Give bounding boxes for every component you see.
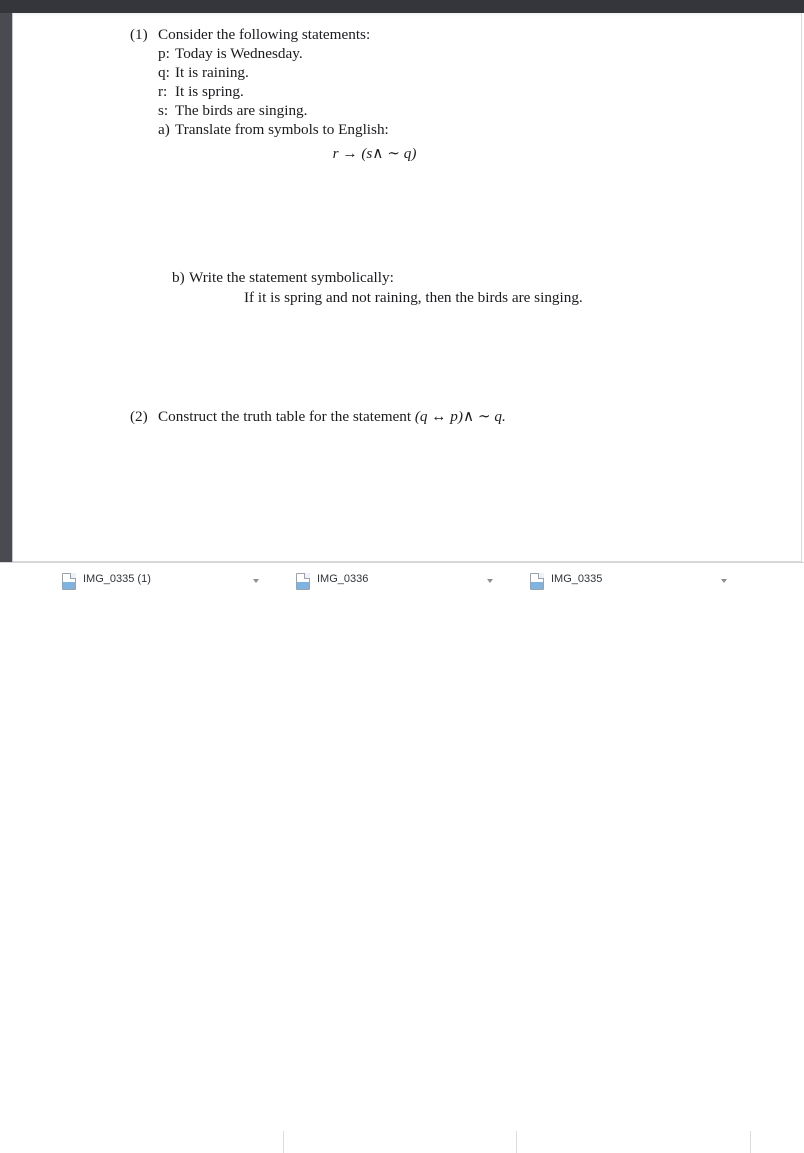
download-item-separator [516,1131,517,1153]
image-file-icon [530,573,544,590]
part-b-sentence: If it is spring and not raining, then th… [244,289,583,306]
document-content: (1) Consider the following statements: p:… [13,13,801,561]
statement-text-q: It is raining. [175,64,249,81]
statement-symbol-q: q: [158,64,170,81]
statement-symbol-s: s: [158,102,169,119]
download-item-name: IMG_0336 [317,573,369,585]
problem-1-part-a-prompt: a) Translate from symbols to English: [158,120,389,139]
part-a-label: a) [158,121,170,138]
image-file-icon [62,573,76,590]
download-item-name: IMG_0335 [551,573,603,585]
problem-1-prompt: (1) Consider the following statements: [130,25,370,44]
statement-text-s: The birds are singing. [175,102,308,119]
statement-text-p: Today is Wednesday. [175,45,303,62]
part-b-label: b) [172,269,185,286]
download-item-menu-caret-icon[interactable] [721,579,727,583]
browser-window: (1) Consider the following statements: p:… [0,0,804,1153]
problem-2-prompt-text: Construct the truth table for the statem… [158,408,412,425]
statement-definition-p: p: Today is Wednesday. [158,44,303,63]
part-b-prompt-text: Write the statement symbolically: [189,269,394,286]
download-item-separator [283,1131,284,1153]
download-item-menu-caret-icon[interactable] [253,579,259,583]
part-a-prompt-text: Translate from symbols to English: [175,121,389,138]
statement-symbol-r: r: [158,83,168,100]
problem-2-prompt: (2) Construct the truth table for the sta… [130,407,506,426]
problem-2-formula: (q ↔ p)∧ ∼ q. [414,408,506,425]
problem-2-number: (2) [130,408,148,425]
problem-1-part-b-prompt: b) Write the statement symbolically: [172,268,394,287]
statement-definition-q: q: It is raining. [158,63,249,82]
statement-symbol-p: p: [158,45,170,62]
download-item-separator [750,1131,751,1153]
viewer-left-rail [0,13,12,562]
image-file-icon [296,573,310,590]
window-title-bar [0,0,804,13]
download-item-name: IMG_0335 (1) [83,573,151,585]
problem-1-prompt-text: Consider the following statements: [158,26,371,43]
download-item[interactable]: IMG_0335 [530,573,730,601]
download-shelf: IMG_0335 (1) IMG_0336 IMG_0335 [0,562,804,1153]
statement-text-r: It is spring. [175,83,244,100]
problem-1-number: (1) [130,26,148,43]
download-item[interactable]: IMG_0336 [296,573,496,601]
statement-definition-r: r: It is spring. [158,82,244,101]
statement-definition-s: s: The birds are singing. [158,101,307,120]
download-item-menu-caret-icon[interactable] [487,579,493,583]
part-a-formula: r → (s∧ ∼ q) [332,145,417,162]
document-page: (1) Consider the following statements: p:… [13,13,802,562]
download-item[interactable]: IMG_0335 (1) [62,573,262,601]
